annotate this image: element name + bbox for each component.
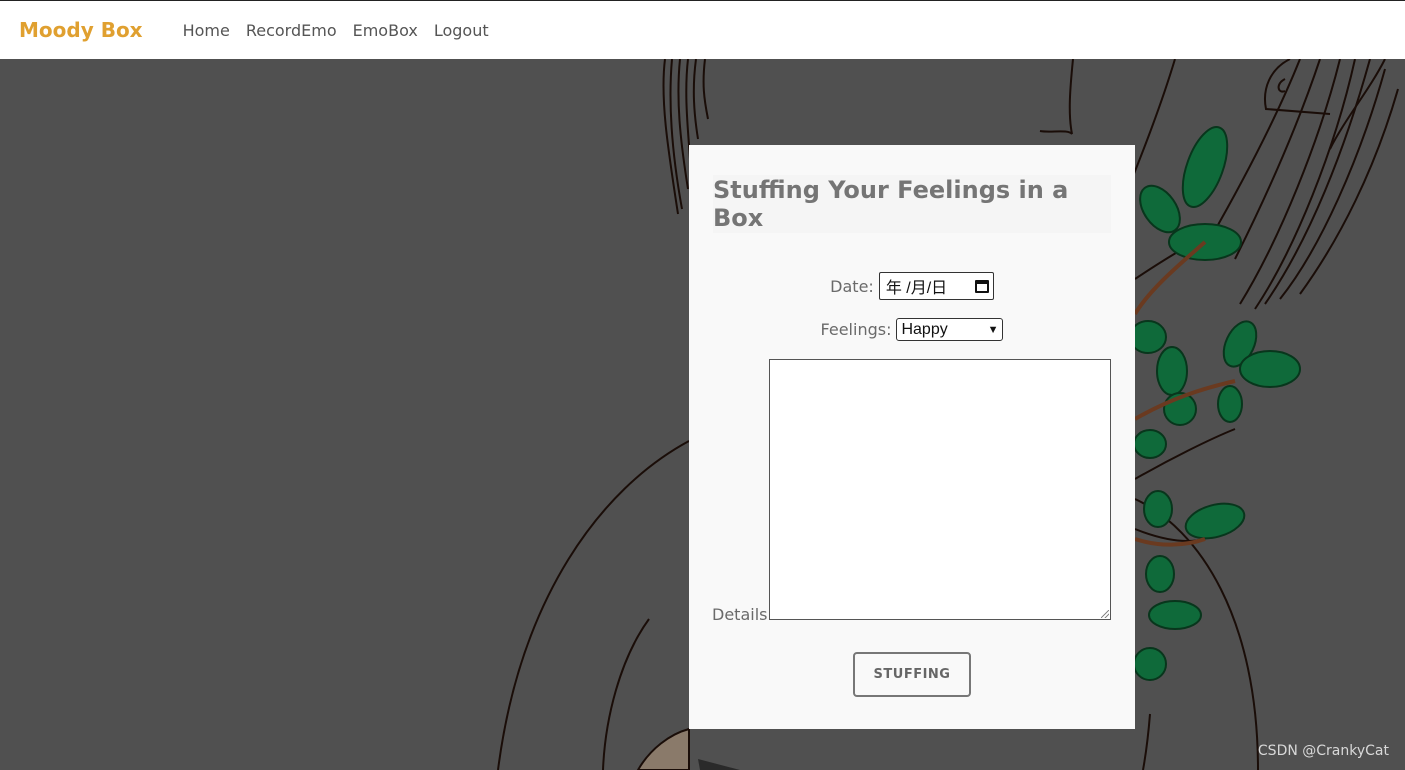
chevron-down-icon: ▼ (987, 323, 999, 336)
nav-link-logout[interactable]: Logout (434, 21, 489, 40)
date-value: 年 /月/日 (885, 280, 948, 297)
form-header: Stuffing Your Feelings in a Box (713, 175, 1111, 233)
details-textarea[interactable] (769, 359, 1111, 620)
date-input[interactable]: 年 /月/日 (878, 272, 994, 300)
feelings-label: Feelings: (820, 320, 892, 339)
feelings-selected-value: Happy (901, 320, 948, 338)
feelings-select[interactable]: Happy ▼ (896, 318, 1004, 341)
form-title: Stuffing Your Feelings in a Box (713, 176, 1069, 232)
nav-link-emo-box[interactable]: EmoBox (353, 21, 418, 40)
resize-grip-icon[interactable] (1101, 610, 1109, 618)
details-label: Details: (712, 605, 773, 624)
calendar-icon[interactable] (974, 279, 989, 293)
stuffing-submit-button[interactable]: STUFFING (853, 652, 971, 697)
record-form-card: Stuffing Your Feelings in a Box Date: 年 … (689, 145, 1135, 729)
top-navbar: Moody Box Home RecordEmo EmoBox Logout (0, 0, 1405, 59)
nav-link-home[interactable]: Home (183, 21, 230, 40)
nav-link-record-emo[interactable]: RecordEmo (246, 21, 337, 40)
date-row: Date: 年 /月/日 (689, 272, 1135, 300)
brand-logo[interactable]: Moody Box (19, 18, 143, 42)
nav-links: Home RecordEmo EmoBox Logout (183, 21, 505, 40)
date-label: Date: (830, 276, 874, 296)
feelings-row: Feelings: Happy ▼ (689, 318, 1135, 341)
watermark-text: CSDN @CrankyCat (1257, 743, 1389, 759)
